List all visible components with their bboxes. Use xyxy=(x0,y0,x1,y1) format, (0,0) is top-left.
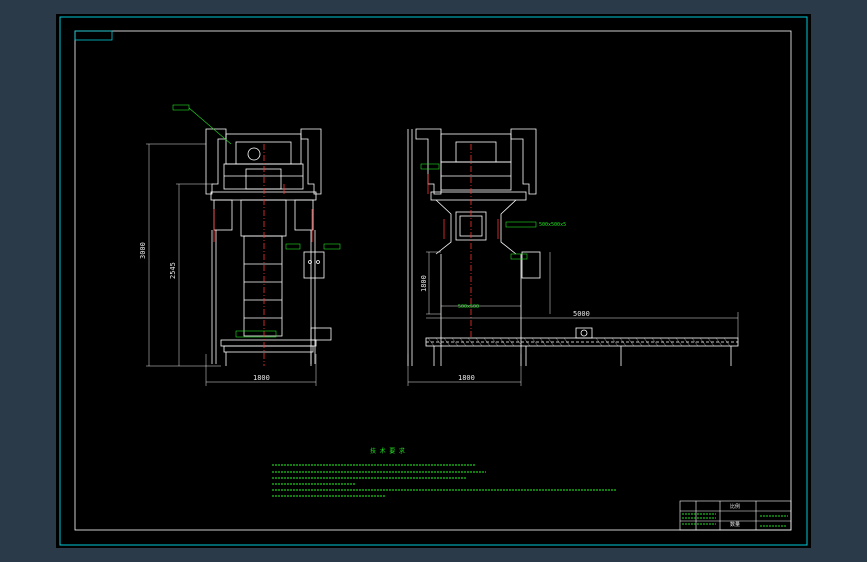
drawing-sheet: 3000 2545 1800 500x500x5 500x500 1800 18… xyxy=(56,14,811,548)
front-bag-column xyxy=(243,235,283,337)
side-view xyxy=(407,128,739,366)
front-dim-base-width: 1800 xyxy=(253,374,270,382)
front-control-box xyxy=(303,251,325,279)
side-dim-base-width: 1800 xyxy=(458,374,475,382)
side-right-frame xyxy=(510,128,537,195)
front-callout-panel xyxy=(285,243,301,250)
side-label-top: 500x500x5 xyxy=(539,222,566,228)
drawing-canvas: 3000 2545 1800 500x500x5 500x500 1800 18… xyxy=(59,16,808,546)
outer-frame xyxy=(59,16,808,546)
front-view xyxy=(205,128,332,366)
side-callout-box xyxy=(510,253,528,260)
notes-title: 技 术 要 求 xyxy=(370,447,405,455)
side-dimensions xyxy=(407,251,739,386)
side-control-box xyxy=(521,251,541,279)
side-clamp xyxy=(435,199,517,255)
corner-tab xyxy=(74,30,113,41)
side-dim-left-height: 1800 xyxy=(420,275,428,292)
inner-frame xyxy=(74,30,792,531)
side-top-hopper xyxy=(440,133,512,163)
side-left-frame xyxy=(415,128,442,195)
side-callout-top xyxy=(420,163,440,170)
front-callout-box xyxy=(323,243,341,250)
front-dim-inner-height: 2545 xyxy=(169,262,177,279)
notes-lines xyxy=(272,464,616,497)
front-top-hopper xyxy=(225,133,302,165)
front-base xyxy=(220,339,317,347)
title-block-label-b: 数量 xyxy=(730,521,740,528)
side-callout-spout xyxy=(505,221,537,228)
front-callout-top xyxy=(172,104,190,111)
front-weigher xyxy=(223,163,304,190)
front-dim-overall-height: 3000 xyxy=(139,242,147,259)
title-block-label-a: 比例 xyxy=(730,503,740,510)
side-label-opening: 500x500 xyxy=(458,304,479,310)
front-centerline xyxy=(213,144,313,366)
side-dim-conveyor-length: 5000 xyxy=(573,310,590,318)
cad-viewport[interactable]: 3000 2545 1800 500x500x5 500x500 1800 18… xyxy=(0,0,867,562)
front-right-column xyxy=(300,128,322,195)
